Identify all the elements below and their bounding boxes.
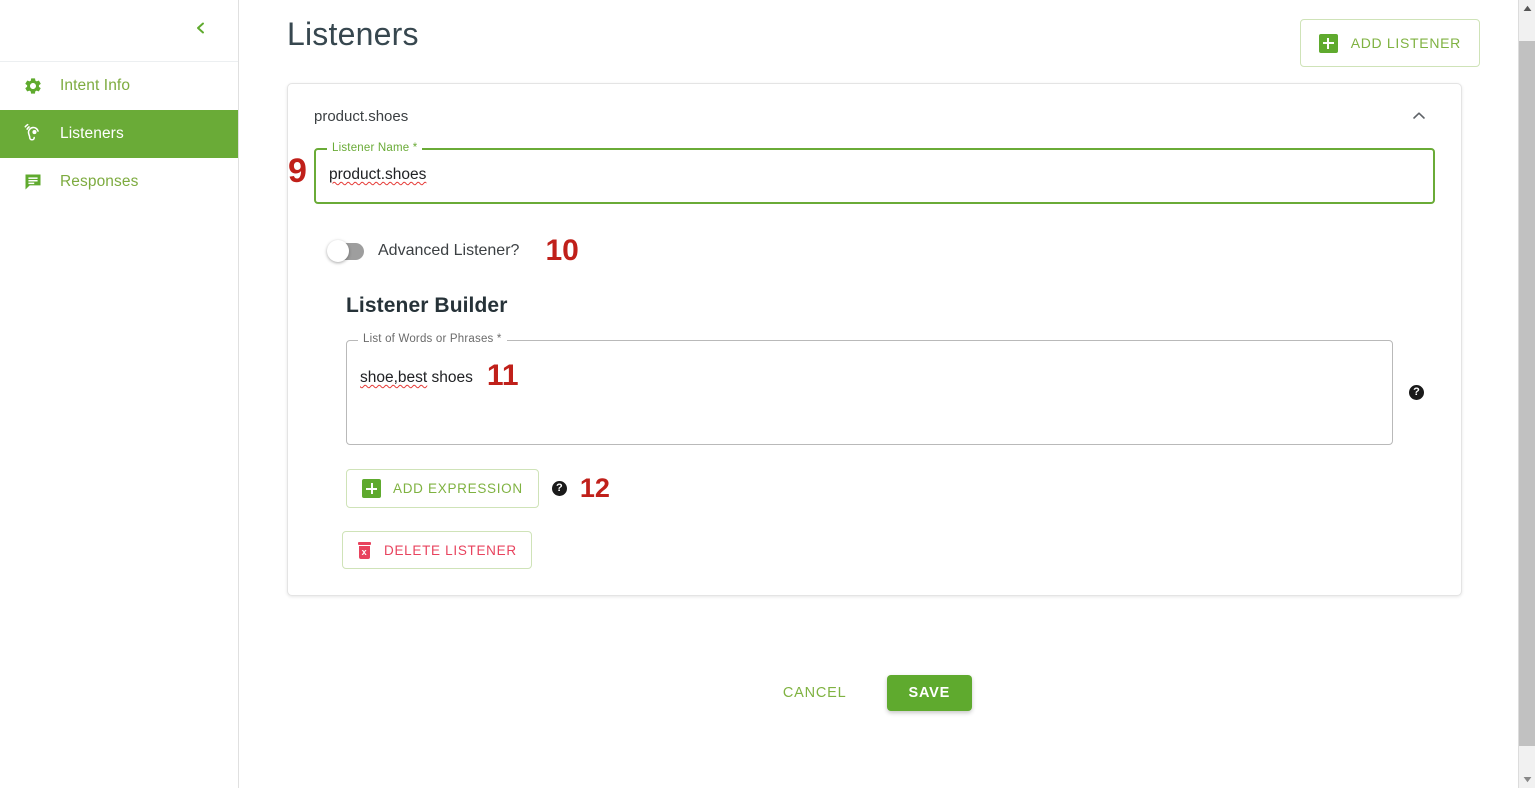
listener-card-body: 9 Listener Name * product.shoes Advanced… <box>288 142 1461 595</box>
help-circle-icon[interactable]: ? <box>551 481 567 496</box>
plus-square-icon <box>362 479 381 498</box>
words-phrases-textarea[interactable]: List of Words or Phrases * shoe,best sho… <box>346 333 1393 445</box>
annotation-11: 11 <box>486 359 519 392</box>
listener-name-value: product.shoes <box>329 166 427 183</box>
trash-icon <box>357 541 372 559</box>
sidebar-item-label: Listeners <box>60 125 124 143</box>
scrollbar-thumb[interactable] <box>1519 41 1535 746</box>
add-expression-row: ADD EXPRESSION ? 12 <box>346 469 1435 508</box>
listener-card-title: product.shoes <box>314 107 409 125</box>
save-button[interactable]: SAVE <box>886 675 973 711</box>
annotation-10: 10 <box>545 234 579 267</box>
gear-icon <box>20 73 46 99</box>
words-phrases-value-spell: shoe,best <box>360 369 428 386</box>
words-phrases-value: shoe,best shoes 11 <box>360 359 519 393</box>
annotation-9: 9 <box>288 152 307 190</box>
add-listener-label: ADD LISTENER <box>1350 35 1461 51</box>
toggle-knob <box>327 240 349 262</box>
message-icon <box>20 169 46 195</box>
sidebar-item-listeners[interactable]: Listeners <box>0 110 238 158</box>
help-circle-icon[interactable]: ? <box>1409 385 1424 400</box>
advanced-listener-label: Advanced Listener? <box>378 242 520 259</box>
scroll-down-arrow-icon[interactable] <box>1519 771 1535 788</box>
advanced-listener-row: Advanced Listener? 10 <box>314 234 1435 268</box>
vertical-scrollbar[interactable] <box>1518 0 1535 788</box>
sidebar-item-responses[interactable]: Responses <box>0 158 238 206</box>
delete-listener-label: DELETE LISTENER <box>384 542 517 558</box>
form-actions: CANCEL SAVE <box>287 675 1462 711</box>
delete-listener-button[interactable]: DELETE LISTENER <box>342 531 532 569</box>
listener-name-field[interactable]: 9 Listener Name * product.shoes <box>288 142 1435 204</box>
sidebar-item-intent-info[interactable]: Intent Info <box>0 62 238 110</box>
add-listener-button[interactable]: ADD LISTENER <box>1299 19 1480 67</box>
sidebar-header <box>0 0 238 62</box>
page-title: Listeners <box>287 16 419 52</box>
listener-name-label: Listener Name * <box>327 142 423 154</box>
main-content: Listeners ADD LISTENER product.shoes 9 L… <box>239 0 1535 788</box>
add-expression-label: ADD EXPRESSION <box>393 481 523 496</box>
ear-listen-icon <box>20 121 46 147</box>
sidebar: Intent Info Listeners Responses <box>0 0 239 788</box>
scroll-up-arrow-icon[interactable] <box>1519 0 1535 17</box>
chevron-up-icon[interactable] <box>1410 107 1428 125</box>
advanced-listener-toggle[interactable] <box>327 240 364 262</box>
sidebar-collapse-button[interactable] <box>186 16 216 46</box>
listener-card: product.shoes 9 Listener Name * product.… <box>287 83 1462 596</box>
sidebar-item-label: Responses <box>60 173 139 191</box>
sidebar-item-label: Intent Info <box>60 77 131 95</box>
app-root: Intent Info Listeners Responses Listener… <box>0 0 1535 788</box>
chevron-left-icon <box>194 21 208 40</box>
plus-square-icon <box>1318 33 1338 53</box>
listener-card-header[interactable]: product.shoes <box>288 84 1461 148</box>
add-expression-button[interactable]: ADD EXPRESSION <box>346 469 539 508</box>
annotation-12: 12 <box>579 473 610 503</box>
listener-builder-title: Listener Builder <box>346 294 508 317</box>
words-phrases-wrap: List of Words or Phrases * shoe,best sho… <box>346 333 1424 445</box>
words-phrases-label: List of Words or Phrases * <box>358 333 507 345</box>
words-phrases-value-rest: shoes <box>427 369 473 386</box>
cancel-button[interactable]: CANCEL <box>777 677 853 709</box>
